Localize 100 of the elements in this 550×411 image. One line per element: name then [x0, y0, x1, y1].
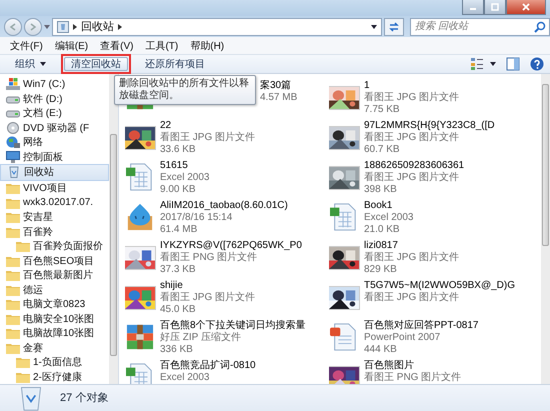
file-detail: 看图王 JPG 图片文件 — [364, 132, 460, 144]
file-item[interactable]: 188626509283606361 看图王 JPG 图片文件 398 KB — [329, 160, 533, 200]
nav-item[interactable]: 百色熊SEO项目 — [0, 253, 98, 268]
dropdown-icon[interactable] — [371, 24, 377, 28]
nav-item[interactable]: 文档 (E:) — [0, 106, 65, 121]
file-item[interactable]: Book1 Excel 2003 21.0 KB — [329, 200, 533, 240]
file-item[interactable]: 22 看图王 JPG 图片文件 33.6 KB — [125, 120, 329, 160]
file-detail: 21.0 KB — [364, 224, 401, 236]
recycle-bin-icon — [7, 166, 21, 178]
nav-item[interactable]: 电脑文章0823 — [0, 296, 88, 312]
nav-item[interactable]: VIVO项目 — [0, 180, 70, 196]
file-detail: 看图王 JPG 图片文件 — [364, 252, 460, 264]
file-detail: 看图王 JPG 图片文件 — [160, 132, 256, 144]
maximize-icon — [490, 3, 500, 11]
file-name: 51615 — [160, 160, 189, 172]
nav-item[interactable]: 回收站 — [0, 164, 109, 181]
nav-item[interactable]: wxk3.02017.07. — [0, 195, 96, 210]
menu-item[interactable]: 编辑(E) — [48, 38, 94, 53]
file-detail: 60.7 KB — [364, 144, 401, 156]
file-detail: 33.6 KB — [160, 144, 197, 156]
minimize-button[interactable] — [462, 0, 484, 15]
file-detail: 好压 ZIP 压缩文件 — [160, 332, 242, 344]
menu-item[interactable]: 文件(F) — [4, 38, 49, 53]
menu-item[interactable]: 帮助(H) — [184, 38, 230, 53]
file-detail: 看图王 JPG 图片文件 — [364, 92, 460, 104]
refresh-button[interactable] — [384, 18, 404, 36]
scroll-thumb[interactable] — [542, 84, 549, 246]
chevron-icon — [73, 24, 77, 30]
nav-item[interactable]: 网络 — [0, 135, 46, 150]
help-icon[interactable] — [530, 56, 544, 71]
caret-icon[interactable] — [490, 62, 496, 66]
nav-item[interactable]: 电脑故障10张图 — [0, 326, 98, 341]
address-bar[interactable]: 回收站 — [52, 18, 382, 36]
file-item[interactable]: lizi0817 看图王 JPG 图片文件 829 KB — [329, 240, 533, 280]
file-detail: Excel 2003 — [160, 172, 210, 184]
recycle-bin-icon — [18, 384, 44, 411]
nav-item[interactable]: 2-医疗健康 — [0, 370, 85, 384]
maximize-button[interactable] — [484, 0, 506, 15]
file-detail: 4.57 MB — [260, 92, 298, 104]
scrollbar[interactable] — [109, 74, 118, 384]
nav-item[interactable]: 百雀羚 — [0, 224, 56, 239]
file-item[interactable]: 97L2MMRS{H{9{Y323C8_([D 看图王 JPG 图片文件 60.7 KB — [329, 120, 533, 160]
file-detail: Excel 2003 — [364, 212, 414, 224]
file-detail: 看图王 PNG 图片文件 — [364, 372, 462, 384]
file-detail: Excel 2003 — [160, 372, 210, 384]
file-item[interactable]: T5G7W5~M(I2WWO59BX@_D)G 看图王 JPG 图片文件 — [329, 280, 533, 320]
file-detail: 45.0 KB — [160, 304, 197, 316]
item-count: 27 个对象 — [60, 391, 108, 406]
disc-icon — [6, 122, 20, 134]
folder-icon — [6, 269, 20, 282]
file-detail: 444 KB — [364, 344, 398, 356]
nav-item[interactable]: DVD 驱动器 (F — [0, 120, 92, 136]
caret-icon — [40, 62, 46, 66]
folder-icon — [16, 370, 30, 383]
chevron-icon — [118, 24, 122, 30]
refresh-icon — [388, 20, 400, 32]
file-detail: 9.00 KB — [160, 184, 197, 196]
nav-item[interactable]: 控制面板 — [0, 150, 66, 164]
nav-item[interactable]: 软件 (D:) — [0, 92, 66, 106]
file-detail: 看图王 JPG 图片文件 — [364, 292, 460, 304]
nav-item[interactable]: 百色熊最新图片 — [0, 268, 96, 282]
forward-button[interactable] — [24, 18, 42, 36]
file-item[interactable]: 1 看图王 JPG 图片文件 7.75 KB — [329, 80, 533, 120]
file-detail: 398 KB — [364, 184, 398, 196]
file-name: 188626509283606361 — [364, 160, 464, 172]
file-detail: 37.3 KB — [160, 264, 197, 276]
tooltip: 删除回收站中的所有文件以释放磁盘空间。 — [114, 74, 256, 105]
nav-item[interactable]: 1-负面信息 — [0, 355, 85, 370]
view-options-icon[interactable] — [470, 56, 484, 71]
toolbar-button[interactable]: 还原所有项目 — [138, 56, 212, 71]
folder-icon — [6, 342, 20, 354]
nav-item[interactable]: 电脑安全10张图 — [0, 311, 98, 326]
scroll-thumb[interactable] — [110, 134, 117, 356]
preview-pane-icon[interactable] — [506, 56, 520, 71]
file-item[interactable]: AliIM2016_taobao(8.60.01C) 2017/8/16 15:14 61.4 MB — [125, 200, 329, 240]
nav-item[interactable]: 德运 — [0, 282, 46, 297]
globe-icon — [6, 136, 20, 148]
file-item[interactable]: IYKZYRS@V([762PQ65WK_P0 看图王 PNG 图片文件 37.3 KB — [125, 240, 329, 280]
monitor-icon — [6, 150, 20, 163]
file-detail: 看图王 JPG 图片文件 — [160, 292, 256, 304]
nav-item[interactable]: 百雀羚负面报价 — [0, 238, 106, 254]
file-item[interactable]: shijie 看图王 JPG 图片文件 45.0 KB — [125, 280, 329, 320]
scrollbar[interactable] — [541, 74, 550, 384]
archive-icon — [125, 322, 155, 351]
nav-item[interactable]: Win7 (C:) — [0, 76, 68, 92]
file-detail: 336 KB — [160, 344, 194, 356]
file-item[interactable]: 51615 Excel 2003 9.00 KB — [125, 160, 329, 200]
toolbar-button[interactable]: 清空回收站 — [64, 56, 128, 71]
close-button[interactable] — [506, 0, 546, 15]
folder-icon — [6, 182, 20, 194]
menu-item[interactable]: 工具(T) — [139, 38, 184, 53]
back-button[interactable] — [4, 18, 22, 36]
nav-item[interactable]: 安吉星 — [0, 210, 56, 224]
file-detail: 7.75 KB — [364, 104, 401, 116]
nav-item[interactable]: 金赛 — [0, 340, 46, 356]
search-field[interactable]: 搜索 回收站 — [410, 18, 550, 36]
breadcrumb[interactable]: 回收站 — [81, 19, 114, 34]
organize-button[interactable]: 组织 — [8, 56, 53, 71]
menu-item[interactable]: 查看(V) — [94, 38, 140, 53]
chat-bag-icon — [125, 202, 155, 231]
